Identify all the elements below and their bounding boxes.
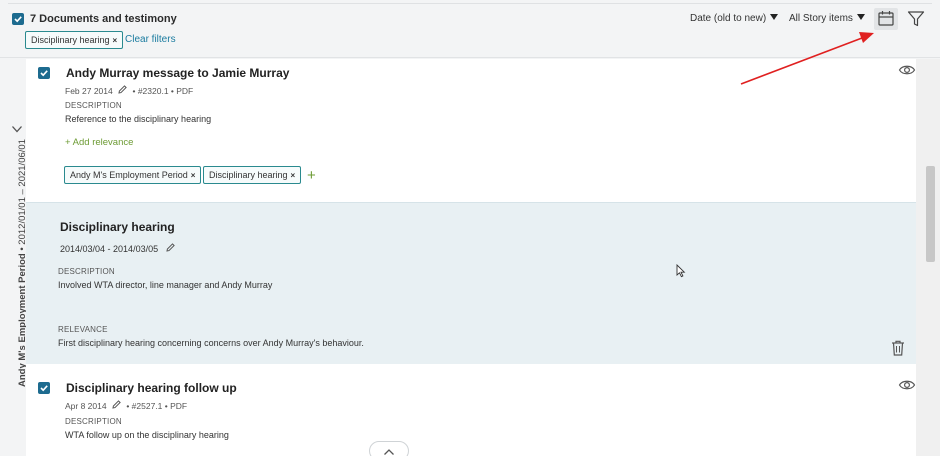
app-window: 7 Documents and testimony Disciplinary h… — [0, 0, 940, 456]
mouse-cursor-icon — [676, 264, 686, 278]
annotation-arrow — [740, 32, 874, 85]
